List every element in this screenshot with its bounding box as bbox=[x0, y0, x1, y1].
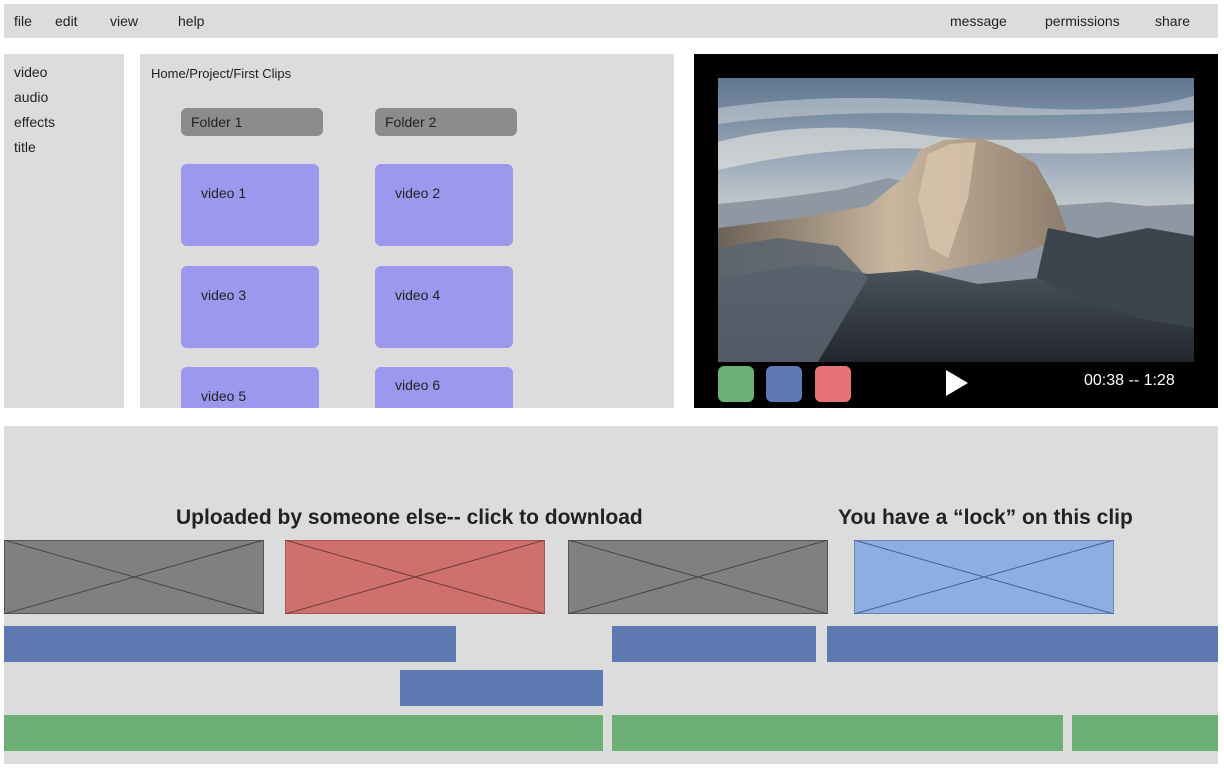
menu-view[interactable]: view bbox=[110, 13, 138, 29]
uploaded-note: Uploaded by someone else-- click to down… bbox=[176, 506, 643, 529]
sidebar-item-audio[interactable]: audio bbox=[14, 89, 48, 105]
file-browser: Home/Project/First Clips Folder 1 Folder… bbox=[140, 54, 674, 408]
audio-track-segment-3[interactable] bbox=[1072, 715, 1218, 751]
clip-red-downloadable[interactable] bbox=[285, 540, 545, 614]
preview-frame[interactable] bbox=[718, 78, 1194, 362]
breadcrumb[interactable]: Home/Project/First Clips bbox=[151, 66, 291, 81]
playback-time: 00:38 -- 1:28 bbox=[1084, 372, 1175, 389]
video-thumb-3[interactable]: video 3 bbox=[181, 266, 319, 348]
audio-track-segment-2[interactable] bbox=[612, 715, 1063, 751]
red-action-button[interactable] bbox=[815, 366, 851, 402]
menu-edit[interactable]: edit bbox=[55, 13, 78, 29]
blue-action-button[interactable] bbox=[766, 366, 802, 402]
video-player: 00:38 -- 1:28 bbox=[694, 54, 1218, 408]
sidebar-item-title[interactable]: title bbox=[14, 139, 36, 155]
sidebar-item-effects[interactable]: effects bbox=[14, 114, 55, 130]
mountain-landscape-image bbox=[718, 78, 1194, 362]
green-action-button[interactable] bbox=[718, 366, 754, 402]
video-track-segment-3[interactable] bbox=[827, 626, 1218, 662]
sidebar-item-video[interactable]: video bbox=[14, 64, 47, 80]
video-thumb-6[interactable]: video 6 bbox=[375, 367, 513, 408]
lock-note: You have a “lock” on this clip bbox=[838, 506, 1133, 529]
video-thumb-1[interactable]: video 1 bbox=[181, 164, 319, 246]
clip-blue-locked[interactable] bbox=[854, 540, 1114, 614]
folder-2[interactable]: Folder 2 bbox=[375, 108, 517, 136]
media-sidebar: video audio effects title bbox=[4, 54, 124, 408]
play-icon[interactable] bbox=[946, 370, 968, 396]
timeline: Uploaded by someone else-- click to down… bbox=[4, 426, 1218, 764]
folder-1[interactable]: Folder 1 bbox=[181, 108, 323, 136]
video-track-segment-2[interactable] bbox=[612, 626, 816, 662]
menu-message[interactable]: message bbox=[950, 13, 1007, 29]
video-thumb-5[interactable]: video 5 bbox=[181, 367, 319, 408]
video-thumb-4[interactable]: video 4 bbox=[375, 266, 513, 348]
menu-help[interactable]: help bbox=[178, 13, 204, 29]
clip-gray-2[interactable] bbox=[568, 540, 828, 614]
clip-gray-1[interactable] bbox=[4, 540, 264, 614]
video-track-segment-4[interactable] bbox=[400, 670, 603, 706]
menu-permissions[interactable]: permissions bbox=[1045, 13, 1120, 29]
video-thumb-2[interactable]: video 2 bbox=[375, 164, 513, 246]
menu-share[interactable]: share bbox=[1155, 13, 1190, 29]
audio-track-segment-1[interactable] bbox=[4, 715, 603, 751]
menu-file[interactable]: file bbox=[14, 13, 32, 29]
video-track-segment-1[interactable] bbox=[4, 626, 456, 662]
menu-bar: file edit view help message permissions … bbox=[4, 4, 1218, 38]
